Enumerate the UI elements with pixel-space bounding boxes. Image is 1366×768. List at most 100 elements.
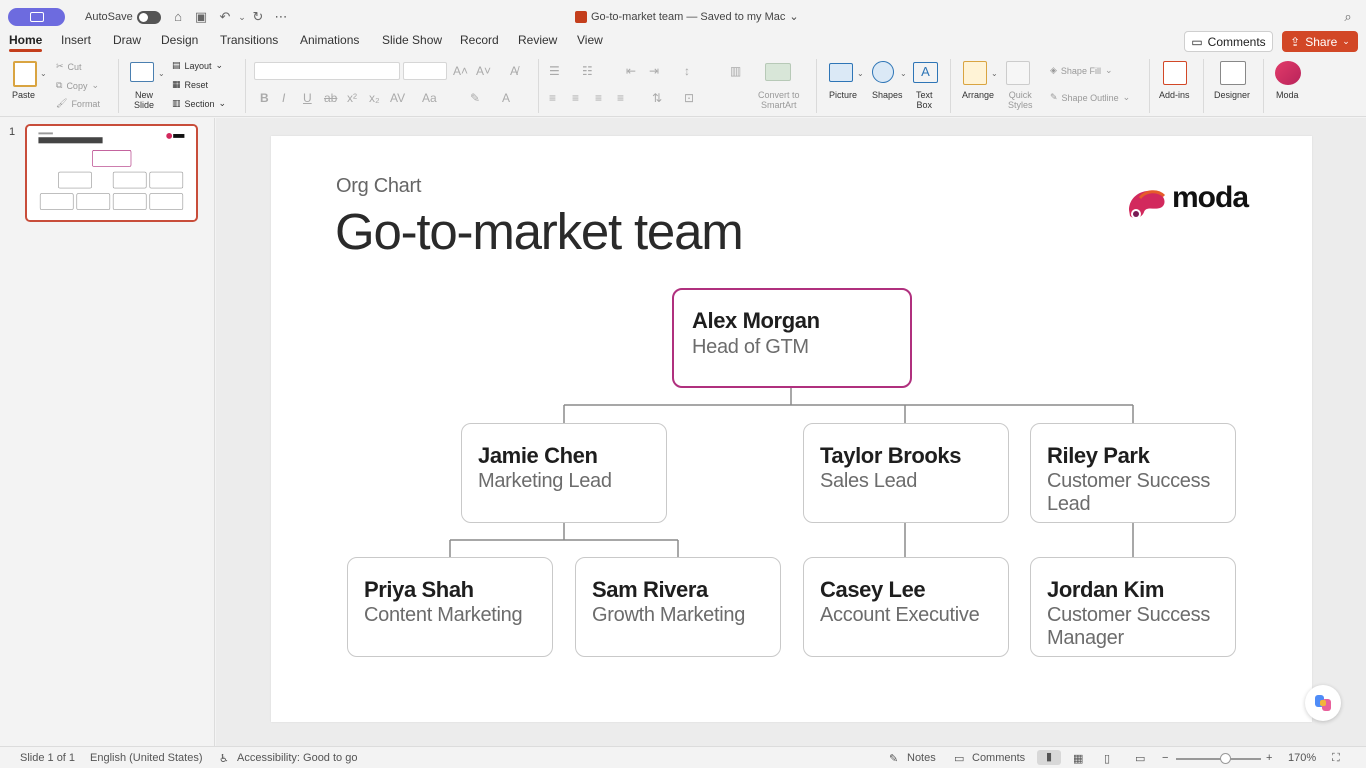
tab-design[interactable]: Design bbox=[161, 33, 198, 47]
slideshow-icon[interactable]: ▭ bbox=[1135, 752, 1145, 765]
add-ins-label[interactable]: Add-ins bbox=[1159, 90, 1190, 100]
cut-button[interactable]: ✂ Cut bbox=[56, 61, 82, 72]
home-icon[interactable]: ⌂ bbox=[170, 9, 186, 25]
copilot-button[interactable] bbox=[1305, 685, 1341, 721]
slide-sorter-icon[interactable]: ▦ bbox=[1073, 752, 1083, 765]
shapes-icon[interactable] bbox=[872, 61, 894, 83]
org-card-lead[interactable]: Taylor Brooks Sales Lead bbox=[803, 423, 1009, 523]
undo-icon[interactable]: ↶ bbox=[217, 9, 233, 25]
org-card-member[interactable]: Casey Lee Account Executive bbox=[803, 557, 1009, 657]
redo-icon[interactable]: ↻ bbox=[250, 9, 266, 25]
tab-transitions[interactable]: Transitions bbox=[220, 33, 278, 47]
zoom-slider-handle[interactable] bbox=[1220, 753, 1231, 764]
bold-icon[interactable]: B bbox=[260, 91, 269, 105]
arrange-icon[interactable] bbox=[963, 61, 987, 85]
chevron-down-icon[interactable]: ⌄ bbox=[900, 67, 907, 81]
align-text-icon[interactable]: ⊡ bbox=[684, 91, 694, 105]
designer-label[interactable]: Designer bbox=[1214, 90, 1250, 100]
search-icon[interactable]: ⌕ bbox=[1340, 9, 1356, 25]
italic-icon[interactable]: I bbox=[282, 91, 285, 105]
picture-label[interactable]: Picture bbox=[829, 90, 857, 100]
tab-home[interactable]: Home bbox=[9, 33, 43, 52]
org-card-member[interactable]: Jordan Kim Customer Success Manager bbox=[1030, 557, 1236, 657]
copy-button[interactable]: ⧉ Copy ⌄ bbox=[56, 80, 99, 91]
align-right-icon[interactable]: ≡ bbox=[595, 91, 602, 105]
strikethrough-icon[interactable]: ab bbox=[324, 91, 337, 105]
tab-animations[interactable]: Animations bbox=[300, 33, 359, 47]
comments-button[interactable]: ▭ Comments bbox=[1184, 31, 1273, 52]
textbox-icon[interactable]: A bbox=[913, 62, 938, 83]
chevron-down-icon[interactable]: ⌄ bbox=[158, 67, 165, 81]
shapes-label[interactable]: Shapes bbox=[872, 90, 903, 100]
normal-view-icon[interactable]: ▮ bbox=[1037, 750, 1061, 765]
reset-button[interactable]: ▦ Reset bbox=[172, 79, 208, 90]
font-name-dropdown[interactable] bbox=[254, 62, 400, 80]
justify-icon[interactable]: ≡ bbox=[617, 91, 624, 105]
org-card-lead[interactable]: Riley Park Customer Success Lead bbox=[1030, 423, 1236, 523]
org-card-member[interactable]: Priya Shah Content Marketing bbox=[347, 557, 553, 657]
chevron-down-icon[interactable]: ⌄ bbox=[857, 67, 864, 81]
convert-smartart-label[interactable]: Convert to SmartArt bbox=[758, 90, 800, 110]
font-color-icon[interactable]: A bbox=[502, 91, 510, 105]
paste-icon[interactable] bbox=[13, 61, 37, 87]
moda-label[interactable]: Moda bbox=[1276, 90, 1299, 100]
quick-styles-label[interactable]: Quick Styles bbox=[1008, 90, 1033, 110]
slide-subtitle[interactable]: Org Chart bbox=[336, 175, 421, 198]
share-button[interactable]: ⇪ Share ⌄ bbox=[1282, 31, 1358, 52]
notes-button[interactable]: Notes bbox=[907, 752, 936, 764]
zoom-out-icon[interactable]: − bbox=[1162, 752, 1168, 764]
comments-status-button[interactable]: Comments bbox=[972, 752, 1025, 764]
increase-indent-icon[interactable]: ⇥ bbox=[649, 64, 659, 78]
picture-icon[interactable] bbox=[829, 63, 853, 82]
numbering-icon[interactable]: ☷ bbox=[582, 64, 593, 78]
text-direction-icon[interactable]: ⇅ bbox=[652, 91, 662, 105]
more-icon[interactable]: ⋯ bbox=[273, 9, 289, 25]
align-left-icon[interactable]: ≡ bbox=[549, 91, 556, 105]
decrease-indent-icon[interactable]: ⇤ bbox=[626, 64, 636, 78]
language-status[interactable]: English (United States) bbox=[90, 752, 203, 764]
add-ins-icon[interactable] bbox=[1163, 61, 1187, 85]
character-spacing-icon[interactable]: AV bbox=[390, 91, 405, 105]
highlight-icon[interactable]: ✎ bbox=[470, 91, 480, 105]
accessibility-icon[interactable]: ♿ bbox=[219, 752, 229, 765]
org-card-root[interactable]: Alex Morgan Head of GTM bbox=[672, 288, 912, 388]
moda-addin-icon[interactable] bbox=[1275, 61, 1301, 85]
shape-outline-button[interactable]: ✎ Shape Outline ⌄ bbox=[1050, 92, 1130, 103]
zoom-in-icon[interactable]: + bbox=[1266, 752, 1272, 764]
superscript-icon[interactable]: x² bbox=[347, 91, 357, 105]
underline-icon[interactable]: U bbox=[303, 91, 312, 105]
clear-formatting-icon[interactable]: A̸ bbox=[510, 64, 518, 78]
subscript-icon[interactable]: x₂ bbox=[369, 91, 380, 105]
slide-thumbnail[interactable] bbox=[25, 124, 198, 222]
zoom-slider[interactable] bbox=[1176, 758, 1261, 760]
format-painter-button[interactable]: 🖌 Format bbox=[56, 98, 100, 109]
tab-record[interactable]: Record bbox=[460, 33, 499, 47]
bullets-icon[interactable]: ☰ bbox=[549, 64, 560, 78]
font-size-dropdown[interactable] bbox=[403, 62, 447, 80]
decrease-font-size-icon[interactable]: A˅ bbox=[476, 64, 491, 78]
chevron-down-icon[interactable]: ⌄ bbox=[40, 67, 47, 81]
slide-title[interactable]: Go-to-market team bbox=[335, 202, 744, 261]
undo-dropdown-icon[interactable]: ⌄ bbox=[234, 9, 250, 25]
arrange-label[interactable]: Arrange bbox=[962, 90, 994, 100]
line-spacing-icon[interactable]: ↕ bbox=[684, 64, 690, 78]
layout-button[interactable]: ▤ Layout ⌄ bbox=[172, 60, 223, 71]
shape-fill-button[interactable]: ◈ Shape Fill ⌄ bbox=[1050, 65, 1113, 76]
new-slide-label[interactable]: New Slide bbox=[134, 90, 154, 110]
tab-review[interactable]: Review bbox=[518, 33, 557, 47]
zoom-level[interactable]: 170% bbox=[1288, 752, 1316, 764]
notes-icon[interactable]: ✎ bbox=[889, 752, 898, 765]
columns-icon[interactable]: ▥ bbox=[730, 64, 741, 78]
chevron-down-icon[interactable]: ⌄ bbox=[991, 67, 998, 81]
fit-to-window-icon[interactable]: ⛶ bbox=[1332, 752, 1340, 765]
align-center-icon[interactable]: ≡ bbox=[572, 91, 579, 105]
paste-label[interactable]: Paste bbox=[12, 90, 35, 100]
account-button[interactable] bbox=[8, 8, 65, 26]
tab-view[interactable]: View bbox=[577, 33, 603, 47]
section-button[interactable]: ▥ Section ⌄ bbox=[172, 98, 226, 109]
smartart-icon[interactable] bbox=[765, 63, 791, 81]
org-card-lead[interactable]: Jamie Chen Marketing Lead bbox=[461, 423, 667, 523]
accessibility-status[interactable]: Accessibility: Good to go bbox=[237, 752, 357, 764]
org-card-member[interactable]: Sam Rivera Growth Marketing bbox=[575, 557, 781, 657]
tab-draw[interactable]: Draw bbox=[113, 33, 141, 47]
